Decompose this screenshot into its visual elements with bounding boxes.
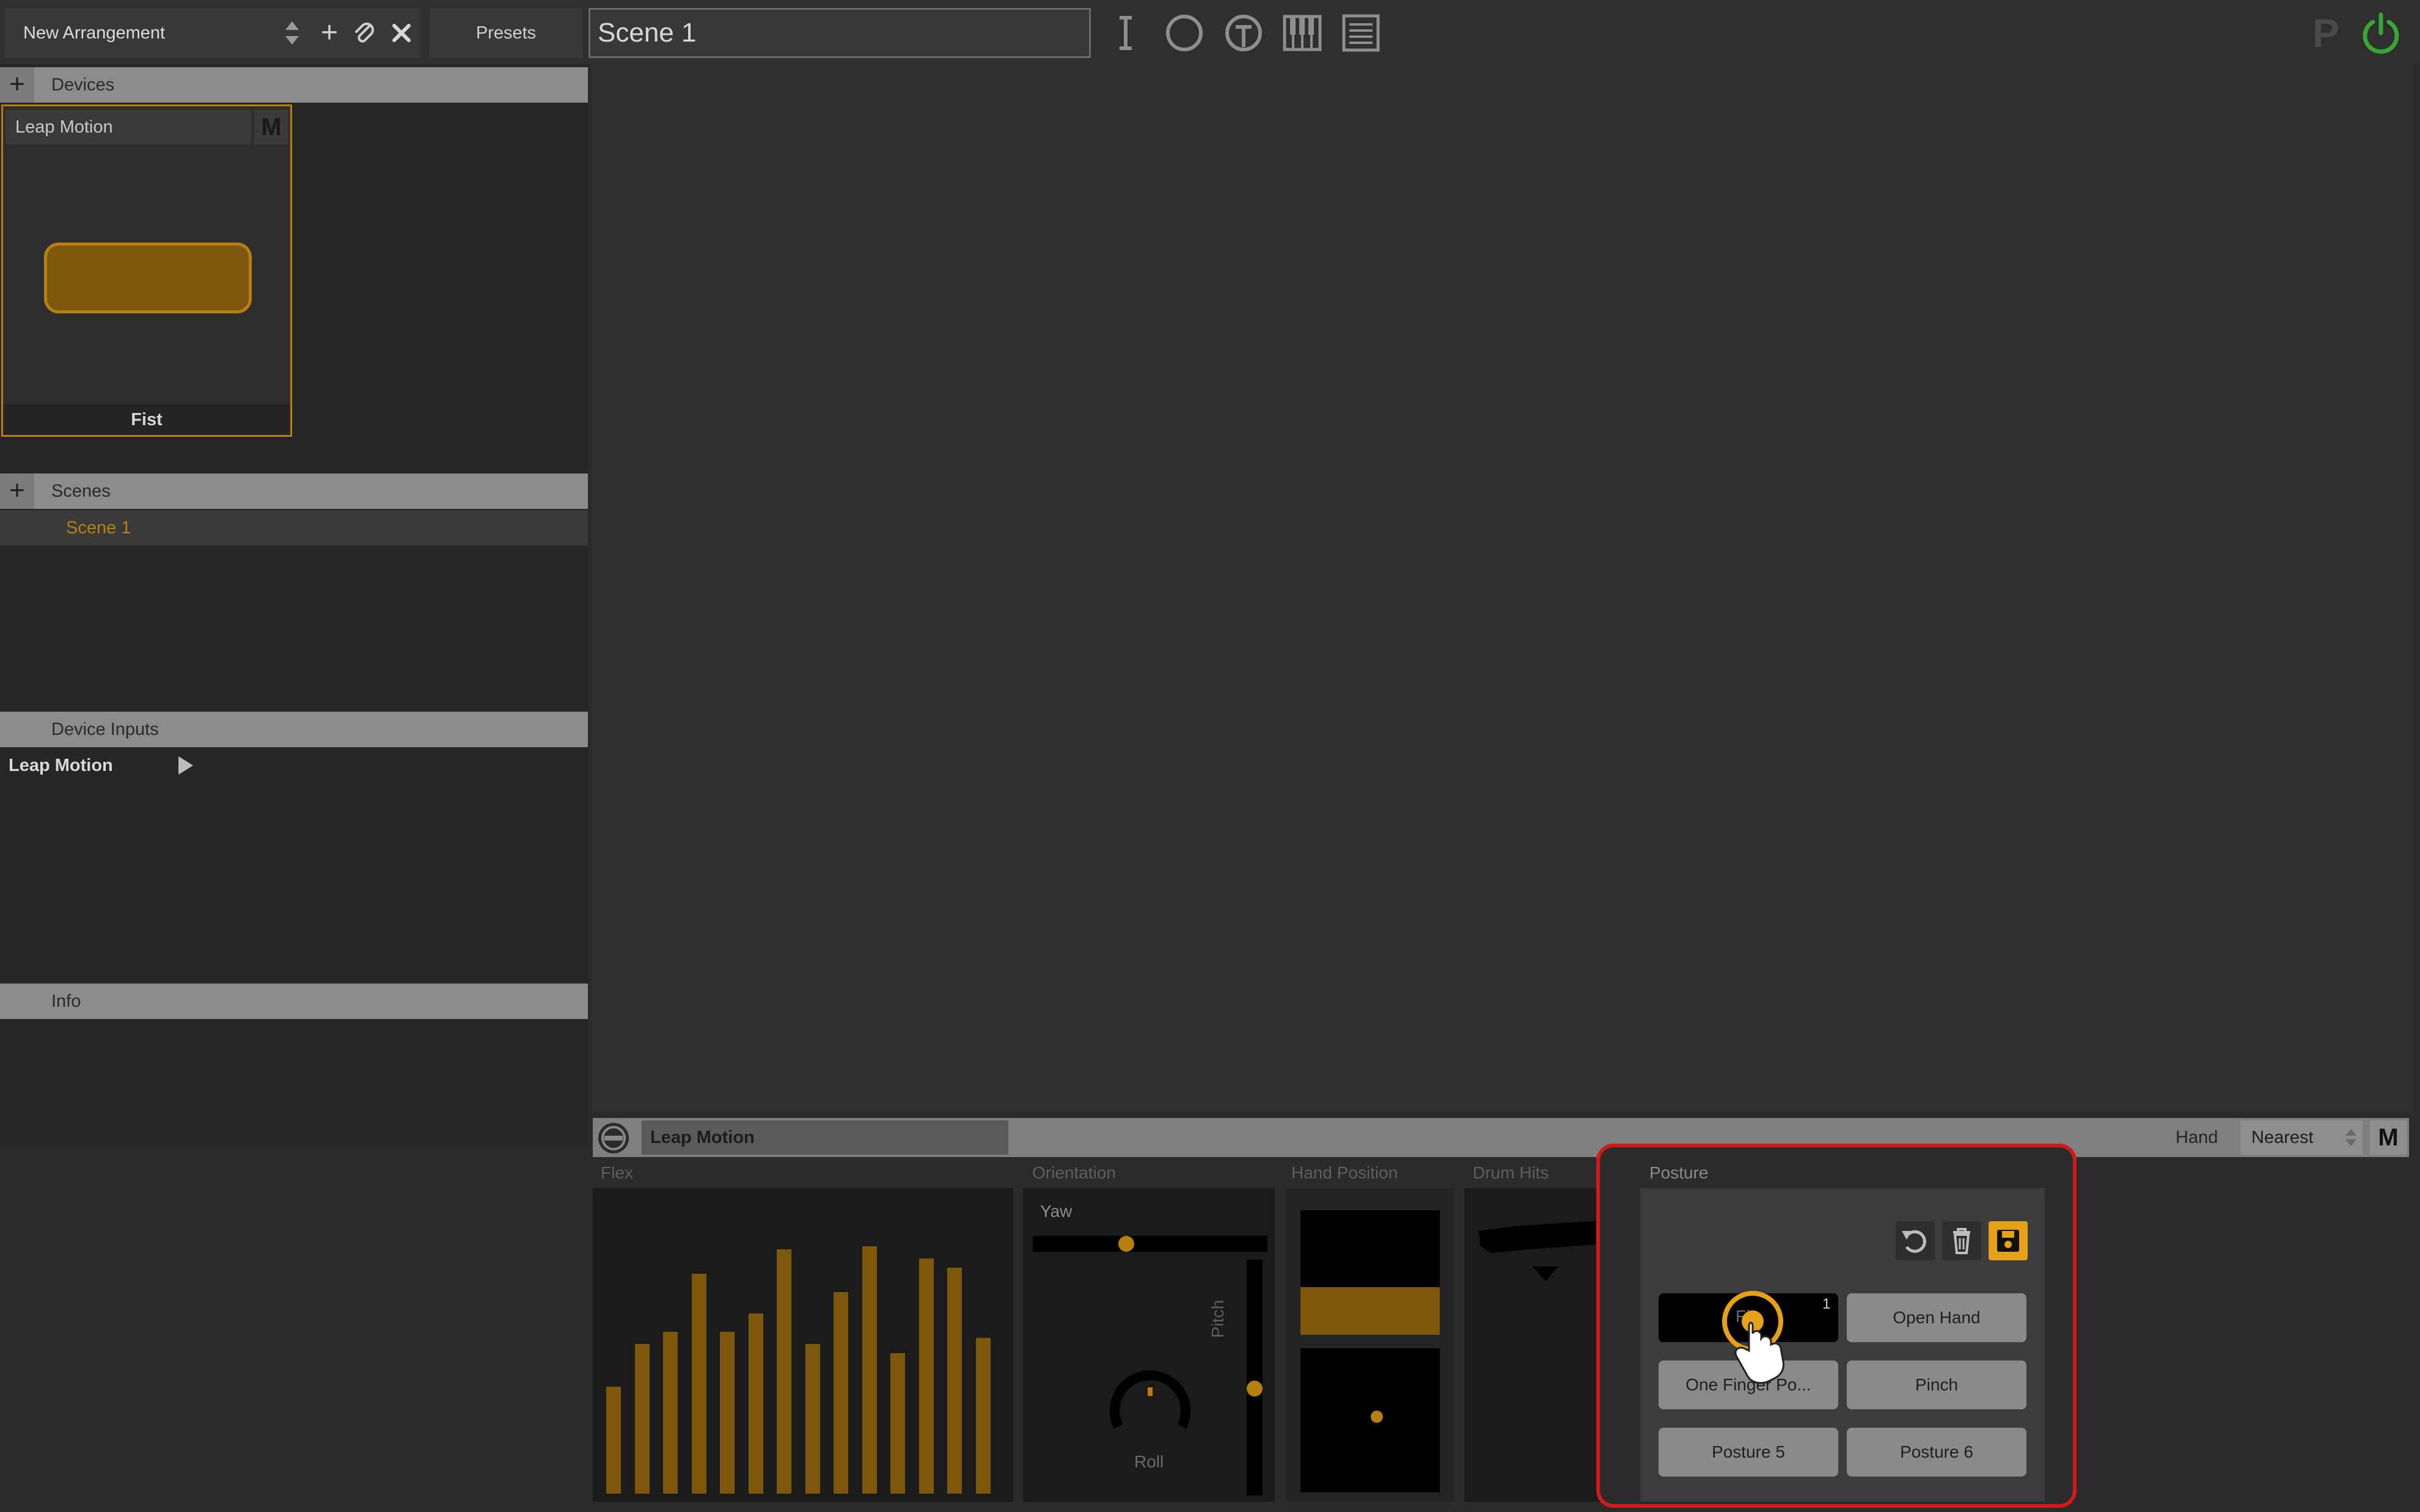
- posture-button-5[interactable]: Posture 5: [1659, 1428, 1838, 1477]
- device-inputs-header-label: Device Inputs: [51, 720, 159, 739]
- yaw-handle[interactable]: [1118, 1236, 1134, 1252]
- expand-arrow-icon[interactable]: [176, 755, 194, 776]
- orientation-label: Orientation: [1032, 1163, 1116, 1182]
- posture-indicator: [44, 243, 252, 313]
- power-icon[interactable]: [2356, 9, 2405, 57]
- add-scene-icon[interactable]: +: [0, 473, 34, 509]
- flex-bar: [890, 1353, 905, 1494]
- roll-label: Roll: [1134, 1452, 1164, 1471]
- scene-name-input[interactable]: [588, 8, 1091, 58]
- trash-icon[interactable]: [1942, 1221, 1981, 1260]
- flex-bar: [692, 1274, 706, 1494]
- device-panel-name: Leap Motion: [642, 1120, 1008, 1155]
- hand-label: Hand: [2176, 1128, 2218, 1147]
- hand-position-dot: [1371, 1411, 1383, 1423]
- hand-xy-pad: [1300, 1348, 1440, 1492]
- posture-badge: 1: [1822, 1296, 1831, 1312]
- remove-device-icon[interactable]: [596, 1121, 631, 1155]
- orientation-panel: Yaw Pitch Roll: [1023, 1188, 1275, 1502]
- arrangement-stepper-icon[interactable]: [283, 19, 301, 47]
- device-card-posture-label: Fist: [3, 404, 290, 435]
- device-card-title: Leap Motion: [6, 110, 251, 144]
- save-icon[interactable]: [1989, 1221, 2028, 1260]
- posture-button-4[interactable]: Pinch: [1847, 1360, 2026, 1409]
- posture-button-6[interactable]: Posture 6: [1847, 1428, 2026, 1477]
- roll-dial[interactable]: [1101, 1365, 1199, 1439]
- info-header-label: Info: [51, 992, 81, 1011]
- keyboard-icon[interactable]: [1277, 8, 1327, 58]
- flex-bar: [805, 1344, 820, 1494]
- flex-bar: [635, 1344, 650, 1494]
- devices-section-header: + Devices: [0, 67, 588, 103]
- device-card-m-button[interactable]: M: [254, 110, 288, 144]
- p-label[interactable]: P: [2309, 9, 2343, 57]
- hand-position-label: Hand Position: [1291, 1163, 1398, 1182]
- add-arrangement-icon[interactable]: +: [314, 8, 345, 58]
- circle-icon[interactable]: [1159, 8, 1209, 58]
- posture-label: Posture: [1649, 1163, 1709, 1182]
- flex-bar: [777, 1249, 791, 1494]
- pitch-label: Pitch: [1208, 1299, 1227, 1338]
- tap-pointer-icon: [1722, 1291, 1784, 1384]
- arrangement-selector[interactable]: New Arrangement +: [5, 8, 420, 58]
- hand-height-meter: [1300, 1210, 1440, 1335]
- flex-panel: [593, 1188, 1013, 1502]
- arrangement-name[interactable]: New Arrangement: [23, 8, 165, 58]
- presets-button[interactable]: Presets: [430, 8, 582, 58]
- knob-icon[interactable]: [1219, 8, 1269, 58]
- posture-panel: Fi 1 Open Hand One Finger Po... Pinch Po…: [1640, 1188, 2045, 1502]
- flex-bar: [919, 1258, 934, 1494]
- scene-list-item[interactable]: Scene 1: [0, 510, 588, 546]
- scenes-section-header: + Scenes: [0, 473, 588, 509]
- flex-bar: [720, 1332, 735, 1494]
- info-section-header: Info: [0, 984, 588, 1019]
- device-m-button[interactable]: M: [2370, 1120, 2407, 1155]
- flex-bar: [749, 1313, 763, 1494]
- posture-button-2[interactable]: Open Hand: [1847, 1293, 2026, 1342]
- hand-select-value: Nearest: [2251, 1128, 2314, 1147]
- device-input-item[interactable]: Leap Motion: [9, 750, 192, 781]
- hand-position-panel: [1286, 1188, 1454, 1502]
- add-device-icon[interactable]: +: [0, 67, 34, 103]
- device-card[interactable]: Leap Motion M Fist: [1, 104, 292, 437]
- flex-bar: [947, 1268, 962, 1494]
- text-cursor-icon[interactable]: [1101, 8, 1151, 58]
- flex-bar: [862, 1246, 877, 1494]
- flex-label: Flex: [601, 1163, 633, 1182]
- hand-select[interactable]: Nearest: [2240, 1120, 2363, 1155]
- flex-bar: [976, 1338, 991, 1494]
- pitch-slider[interactable]: [1247, 1260, 1263, 1496]
- flex-bar: [834, 1292, 848, 1494]
- select-stepper-icon: [2345, 1129, 2356, 1146]
- device-inputs-section-header: Device Inputs: [0, 712, 588, 747]
- drum-hits-label: Drum Hits: [1473, 1163, 1549, 1182]
- flex-bar: [663, 1332, 678, 1494]
- devices-header-label: Devices: [51, 75, 115, 95]
- yaw-slider[interactable]: [1033, 1236, 1267, 1252]
- scene-canvas[interactable]: [592, 64, 2413, 1113]
- undo-icon[interactable]: [1896, 1221, 1935, 1260]
- list-icon[interactable]: [1336, 8, 1386, 58]
- hand-height-fill: [1300, 1287, 1440, 1335]
- paperclip-icon[interactable]: [351, 19, 379, 47]
- scenes-header-label: Scenes: [51, 481, 111, 501]
- flex-bar: [606, 1387, 621, 1494]
- pitch-handle[interactable]: [1247, 1381, 1263, 1397]
- yaw-label: Yaw: [1040, 1202, 1072, 1221]
- close-arrangement-icon[interactable]: [389, 20, 414, 46]
